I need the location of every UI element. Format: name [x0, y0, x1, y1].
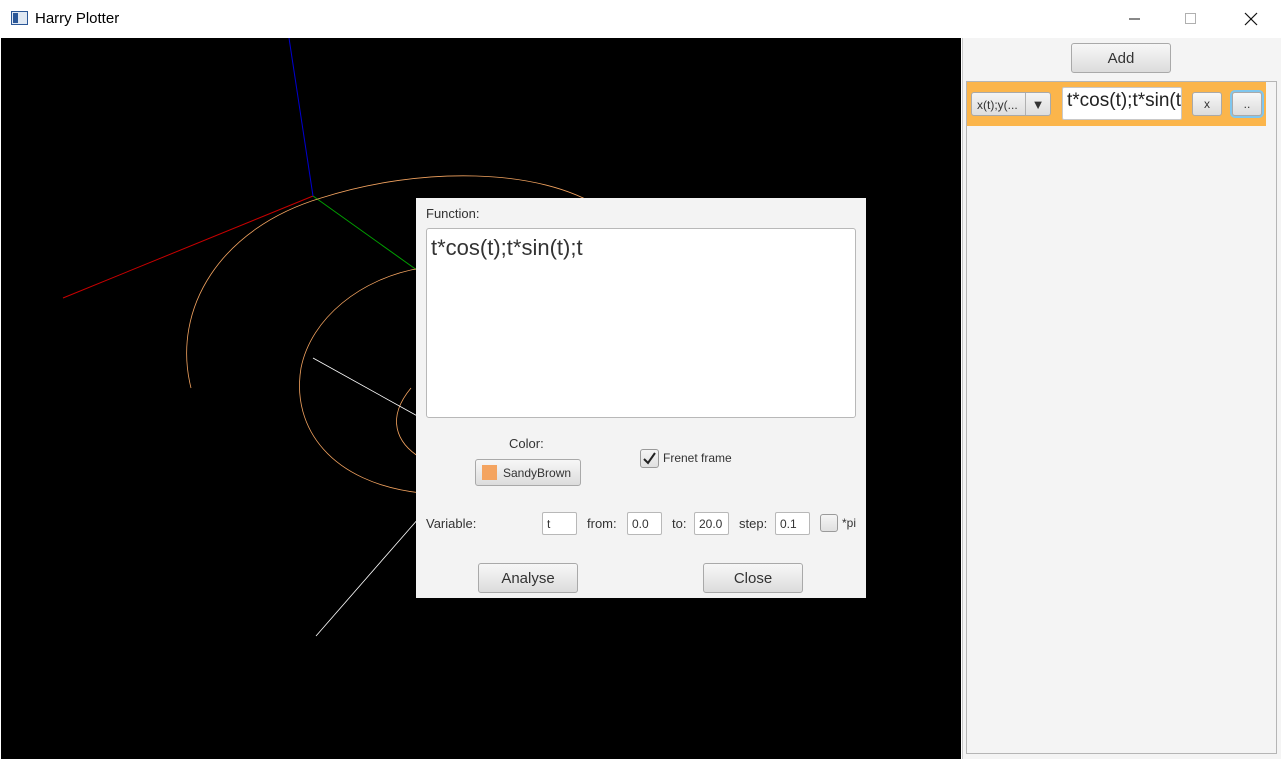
add-function-button[interactable]: Add: [1071, 43, 1171, 73]
function-textarea[interactable]: t*cos(t);t*sin(t);t: [426, 228, 856, 418]
maximize-icon: [1185, 13, 1196, 24]
color-name: SandyBrown: [503, 465, 572, 480]
window-title: Harry Plotter: [35, 10, 120, 27]
checkmark-icon: [643, 452, 656, 465]
variable-input[interactable]: t: [542, 512, 577, 535]
frenet-frame-label: Frenet frame: [663, 451, 732, 465]
function-details-button[interactable]: ..: [1232, 92, 1262, 116]
frenet-line-2: [315, 517, 420, 637]
close-window-button[interactable]: [1228, 0, 1274, 38]
pi-checkbox[interactable]: [820, 514, 838, 532]
function-expression-input[interactable]: t*cos(t);t*sin(t);t: [1062, 87, 1182, 120]
close-dialog-button[interactable]: Close: [703, 563, 803, 593]
remove-function-button[interactable]: x: [1192, 92, 1222, 116]
frenet-frame-checkbox[interactable]: [640, 449, 659, 468]
minimize-icon: [1129, 18, 1140, 20]
color-label: Color:: [509, 436, 544, 451]
step-input[interactable]: 0.1: [775, 512, 810, 535]
color-swatch: [482, 465, 497, 480]
to-input[interactable]: 20.0: [694, 512, 729, 535]
function-label: Function:: [426, 206, 480, 221]
function-type-dropdown[interactable]: x(t);y(... ▼: [971, 92, 1051, 116]
color-picker-button[interactable]: SandyBrown: [475, 459, 581, 486]
to-label: to:: [672, 516, 687, 531]
frenet-line-1: [312, 357, 422, 419]
analyse-button[interactable]: Analyse: [478, 563, 578, 593]
chevron-down-icon: ▼: [1025, 93, 1050, 115]
maximize-button[interactable]: [1168, 0, 1214, 38]
function-list: [966, 81, 1277, 754]
close-icon: [1244, 12, 1258, 26]
helix-curve-middle: [299, 267, 422, 494]
variable-label: Variable:: [426, 516, 477, 531]
app-icon: [11, 11, 28, 25]
z-axis: [288, 38, 314, 197]
function-type-value: x(t);y(...: [977, 98, 1018, 112]
step-label: step:: [739, 516, 768, 531]
minimize-button[interactable]: [1112, 0, 1158, 38]
function-dialog: Function: t*cos(t);t*sin(t);t Color: San…: [416, 198, 866, 598]
pi-label: *pi: [842, 516, 857, 530]
title-bar: Harry Plotter: [0, 0, 1282, 38]
y-axis: [312, 195, 422, 274]
from-input[interactable]: 0.0: [627, 512, 662, 535]
x-axis: [62, 195, 314, 299]
from-label: from:: [587, 516, 617, 531]
